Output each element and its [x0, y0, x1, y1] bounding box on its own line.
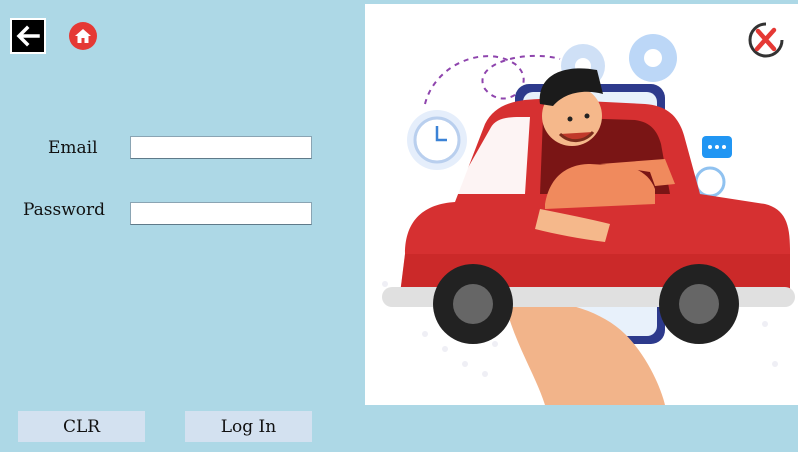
arrow-left-icon	[16, 25, 40, 47]
password-label: Password	[23, 200, 106, 220]
email-label: Email	[48, 138, 98, 158]
close-button[interactable]	[747, 21, 785, 59]
email-field[interactable]	[130, 136, 312, 159]
clear-button[interactable]: CLR	[18, 411, 145, 442]
back-button[interactable]	[10, 18, 46, 54]
home-button[interactable]	[67, 20, 99, 52]
home-icon	[69, 22, 97, 50]
password-field[interactable]	[130, 202, 312, 225]
close-icon	[748, 22, 784, 58]
car-illustration	[365, 4, 798, 405]
login-button[interactable]: Log In	[185, 411, 312, 442]
